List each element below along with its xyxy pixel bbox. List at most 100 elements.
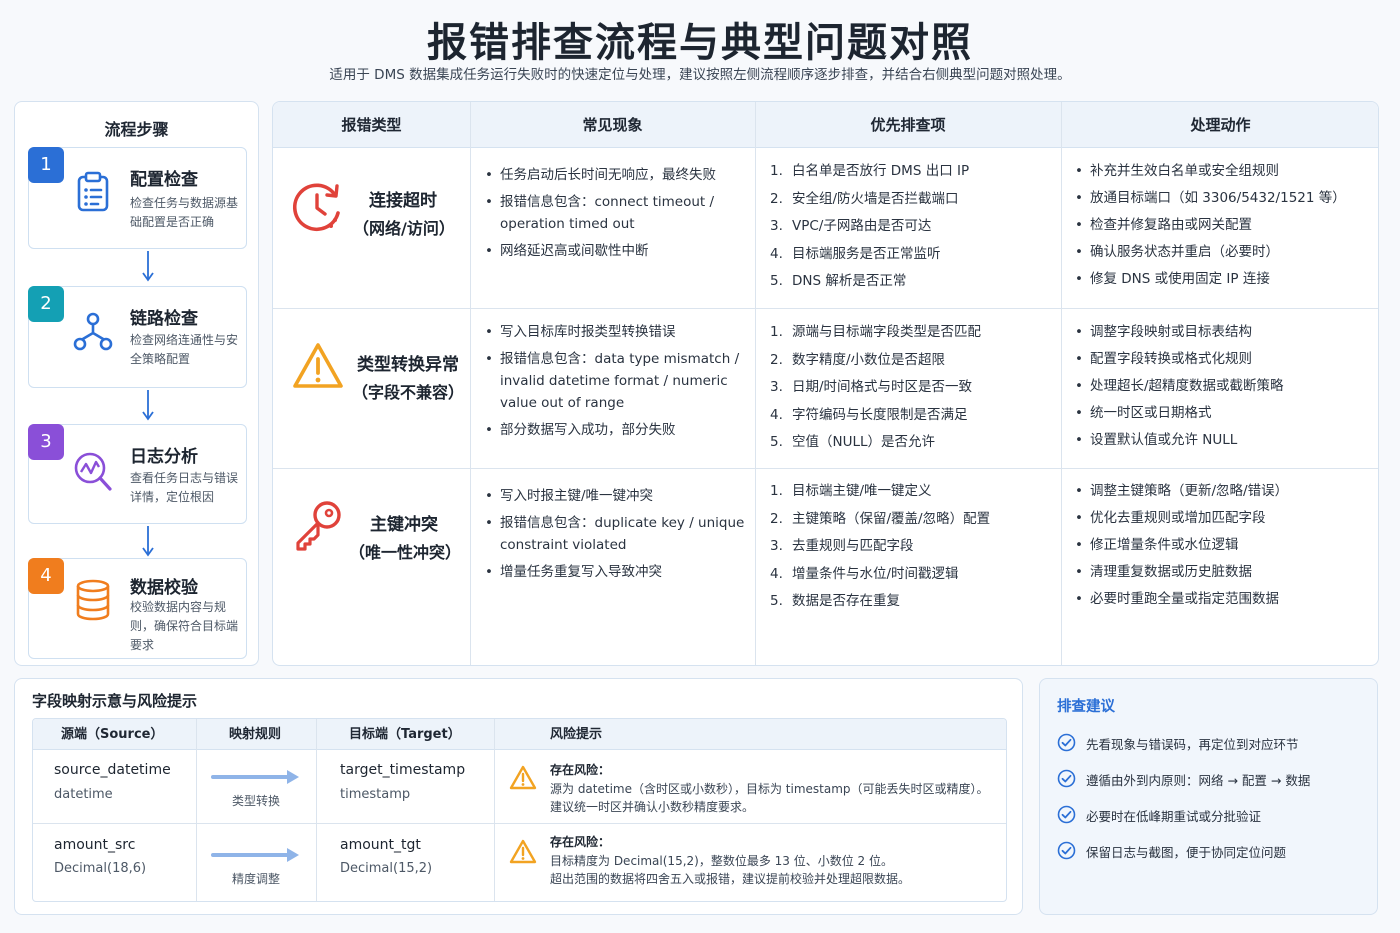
list-item: 5. 数据是否存在重复: [770, 593, 900, 609]
checks-list: 1. 白名单是否放行 DMS 出口 IP 2. 安全组/防火墙是否拦截端口 3. VP…: [770, 160, 1060, 298]
phenomena-list: 任务启动后长时间无响应，最终失败 报错信息包含：connect timeout …: [485, 164, 747, 267]
mapping-panel-title: 字段映射示意与风险提示: [32, 692, 198, 710]
column-divider: [316, 719, 317, 901]
header-phenomena: 常见现象: [582, 116, 643, 134]
actions-list: 调整字段映射或目标表结构 配置字段转换或格式化规则 处理超长/超精度数据或截断策…: [1075, 321, 1375, 456]
list-item: 任务启动后长时间无响应，最终失败: [485, 164, 747, 186]
arrow-down-icon: [142, 251, 154, 282]
field-mapping-panel: 字段映射示意与风险提示 源端（Source） 映射规则 目标端（Target） …: [14, 678, 1023, 915]
list-item: 3. VPC/子网路由是否可达: [770, 218, 932, 234]
list-item: 优化去重规则或增加匹配字段: [1075, 507, 1375, 529]
list-item: 1. 源端与目标端字段类型是否匹配: [770, 324, 981, 340]
list-item: 报错信息包含：connect timeout / operation timed…: [485, 191, 747, 235]
row-divider: [273, 468, 1378, 469]
list-item: 部分数据写入成功，部分失败: [485, 419, 747, 441]
arrow-right-icon: [211, 848, 299, 862]
header-actions: 处理动作: [1190, 116, 1251, 134]
target-field-type: timestamp: [340, 787, 411, 802]
mapping-table: 源端（Source） 映射规则 目标端（Target） 风险提示 source_…: [32, 718, 1007, 902]
list-item: 写入目标库时报类型转换错误: [485, 321, 747, 343]
column-divider: [1061, 102, 1062, 665]
column-divider: [494, 719, 495, 901]
list-item: 5. 空值（NULL）是否允许: [770, 434, 936, 450]
list-item: 统一时区或日期格式: [1075, 402, 1375, 424]
check-circle-icon: [1057, 805, 1076, 824]
target-field-type: Decimal(15,2): [340, 861, 433, 876]
list-item: 修正增量条件或水位逻辑: [1075, 534, 1375, 556]
risk-description: 源为 datetime（含时区或小数秒），目标为 timestamp（可能丢失时…: [550, 782, 989, 796]
check-circle-icon: [1057, 841, 1076, 860]
suggestion-text: 先看现象与错误码，再定位到对应环节: [1086, 737, 1299, 752]
step-config-check[interactable]: 1 配置检查 检查任务与数据源基础配置是否正确: [28, 147, 247, 249]
check-circle-icon: [1057, 733, 1076, 752]
list-item: 调整字段映射或目标表结构: [1075, 321, 1375, 343]
key-icon: [296, 501, 341, 551]
step-number: 2: [28, 286, 64, 322]
list-item: 2. 主键策略（保留/覆盖/忽略）配置: [770, 510, 991, 527]
list-item: 处理超长/超精度数据或截断策略: [1075, 375, 1375, 397]
step-number: 1: [28, 147, 64, 183]
warning-icon: [293, 343, 343, 388]
list-item: 必要时重跑全量或指定范围数据: [1075, 588, 1375, 610]
list-item: 5. DNS 解析是否正常: [770, 273, 907, 289]
step-description: 校验数据内容与规则，确保符合目标端要求: [130, 600, 239, 652]
list-item: 4. 增量条件与水位/时间戳逻辑: [770, 565, 959, 582]
risk-description: 目标精度为 Decimal(15,2)，整数位最多 13 位、小数位 2 位。: [550, 854, 893, 868]
list-item: 报错信息包含：data type mismatch / invalid date…: [485, 348, 747, 414]
source-field-name: source_datetime: [54, 762, 171, 778]
row-divider: [33, 823, 1006, 824]
list-item: 1. 目标端主键/唯一键定义: [770, 483, 932, 499]
risk-title: 存在风险：: [550, 763, 611, 777]
header-rule: 映射规则: [229, 727, 282, 742]
step-title: 数据校验: [130, 578, 198, 598]
row-divider: [273, 308, 1378, 309]
mapping-rule: 类型转换: [231, 794, 280, 808]
arrow-down-icon: [142, 390, 154, 421]
list-item: 检查并修复路由或网关配置: [1075, 214, 1375, 236]
list-item: 放通目标端口（如 3306/5432/1521 等）: [1075, 187, 1375, 209]
warning-icon: [509, 839, 537, 864]
step-title: 配置检查: [130, 170, 198, 190]
checks-list: 1. 目标端主键/唯一键定义 2. 主键策略（保留/覆盖/忽略）配置 3. 去重规则与…: [770, 480, 1060, 618]
list-item: 增量任务重复写入导致冲突: [485, 561, 747, 583]
source-field-type: datetime: [54, 787, 113, 802]
list-item: 报错信息包含：duplicate key / unique constraint…: [485, 512, 747, 556]
step-data-validation[interactable]: 4 数据校验 校验数据内容与规则，确保符合目标端要求: [28, 558, 247, 659]
error-type-name: 连接超时 （网络/访问）: [353, 191, 455, 238]
page-subtitle: 适用于 DMS 数据集成任务运行失败时的快速定位与处理，建议按照左侧流程顺序逐步…: [329, 67, 1071, 83]
step-log-analysis[interactable]: 3 日志分析 查看任务日志与错误详情，定位根因: [28, 424, 247, 524]
target-field-name: amount_tgt: [340, 837, 421, 853]
list-item: 确认服务状态并重启（必要时）: [1075, 241, 1375, 263]
database-icon: [76, 579, 110, 621]
actions-list: 补充并生效白名单或安全组规则 放通目标端口（如 3306/5432/1521 等…: [1075, 160, 1375, 295]
source-field-type: Decimal(18,6): [54, 861, 147, 876]
list-item: 1. 白名单是否放行 DMS 出口 IP: [770, 163, 970, 179]
list-item: 2. 安全组/防火墙是否拦截端口: [770, 190, 959, 207]
arrow-down-icon: [142, 526, 154, 557]
list-item: 2. 数字精度/小数位是否超限: [770, 351, 946, 368]
risk-description: 超出范围的数据将四舍五入或报错，建议提前校验并处理超限数据。: [550, 872, 911, 886]
suggestions-panel: 排查建议 先看现象与错误码，再定位到对应环节 遵循由外到内原则：网络 → 配置 …: [1039, 678, 1378, 915]
step-description: 查看任务日志与错误详情，定位根因: [130, 471, 239, 504]
list-item: 写入时报主键/唯一键冲突: [485, 485, 747, 507]
step-link-check[interactable]: 2 链路检查 检查网络连通性与安全策略配置: [28, 286, 247, 388]
network-icon: [73, 312, 113, 351]
step-number: 4: [28, 558, 64, 594]
check-circle-icon: [1057, 769, 1076, 788]
source-field-name: amount_src: [54, 837, 136, 853]
target-field-name: target_timestamp: [340, 762, 466, 778]
list-item: 4. 字符编码与长度限制是否满足: [770, 406, 968, 423]
list-item: 配置字段转换或格式化规则: [1075, 348, 1375, 370]
suggestions-title: 排查建议: [1057, 699, 1115, 715]
header-error-type: 报错类型: [341, 116, 402, 134]
mapping-rule: 精度调整: [231, 872, 280, 886]
list-item: 设置默认值或允许 NULL: [1075, 429, 1375, 451]
risk-title: 存在风险：: [550, 835, 611, 849]
warning-icon: [509, 765, 537, 790]
error-type-table: 报错类型 常见现象 优先排查项 处理动作 连接超时 （网络/访问） 任务启动后长…: [272, 101, 1379, 666]
table-header: 报错类型 常见现象 优先排查项 处理动作: [273, 102, 1378, 148]
list-item: 修复 DNS 或使用固定 IP 连接: [1075, 268, 1375, 290]
risk-description: 建议统一时区并确认小数秒精度要求。: [550, 800, 755, 814]
step-number: 3: [28, 424, 64, 460]
column-divider: [755, 102, 756, 665]
